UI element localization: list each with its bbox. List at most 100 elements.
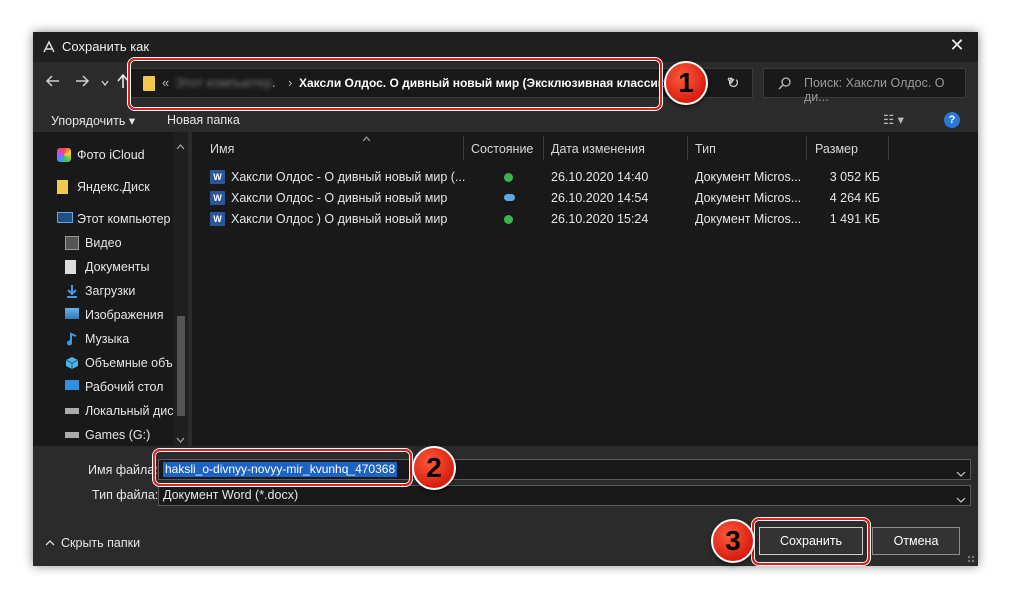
- highlight-filename: [153, 449, 412, 486]
- pictures-icon: [65, 308, 79, 319]
- acrobat-icon: [42, 40, 56, 54]
- file-name: Хаксли Олдос - О дивный новый мир: [231, 191, 448, 205]
- sidebar-item-label: Видео: [85, 236, 122, 250]
- file-size: 3 052 КБ: [829, 170, 880, 184]
- filetype-select[interactable]: Документ Word (*.docx): [158, 485, 971, 506]
- sidebar-item-label: Изображения: [85, 308, 164, 322]
- scroll-down-icon[interactable]: [176, 432, 185, 447]
- filename-dropdown-icon[interactable]: [956, 466, 966, 481]
- search-icon: [778, 76, 792, 93]
- column-header-name[interactable]: Имя: [210, 142, 234, 156]
- sidebar-item-downloads[interactable]: Загрузки: [65, 281, 188, 303]
- column-header-type[interactable]: Тип: [695, 142, 716, 156]
- new-folder-button[interactable]: Новая папка: [167, 113, 240, 127]
- file-row[interactable]: W Хаксли Олдос ) О дивный новый мир 26.1…: [192, 209, 892, 229]
- sidebar-item-3d-objects[interactable]: Объемные объ: [65, 353, 188, 375]
- forward-arrow-icon[interactable]: [74, 73, 90, 94]
- file-row[interactable]: W Хаксли Олдос - О дивный новый мир (...…: [192, 167, 892, 187]
- sidebar-item-local-disk[interactable]: Локальный дис: [65, 401, 188, 423]
- file-name: Хаксли Олдос - О дивный новый мир (...: [231, 170, 466, 184]
- highlight-save-button: [752, 518, 870, 565]
- yandex-disk-icon: [57, 180, 68, 194]
- column-divider[interactable]: [543, 136, 544, 160]
- chevron-up-icon: [45, 540, 55, 546]
- drive-icon: [65, 432, 79, 438]
- hide-folders-label: Скрыть папки: [61, 536, 141, 550]
- window-title: Сохранить как: [62, 39, 150, 54]
- word-document-icon: W: [210, 212, 225, 226]
- sidebar-scroll-thumb[interactable]: [177, 316, 185, 416]
- column-divider[interactable]: [687, 136, 688, 160]
- file-name: Хаксли Олдос ) О дивный новый мир: [231, 212, 448, 226]
- cancel-button[interactable]: Отмена: [872, 527, 960, 555]
- file-row[interactable]: W Хаксли Олдос - О дивный новый мир 26.1…: [192, 188, 892, 208]
- step-badge-1: 1: [664, 61, 708, 105]
- sidebar-item-label: Локальный дис: [85, 404, 174, 418]
- file-date: 26.10.2020 15:24: [551, 212, 649, 226]
- sidebar-item-desktop[interactable]: Рабочий стол: [65, 377, 188, 399]
- resize-grip[interactable]: [967, 555, 975, 563]
- downloads-icon: [65, 284, 79, 298]
- sidebar-item-music[interactable]: Музыка: [65, 329, 188, 351]
- sidebar-item-yandex-disk[interactable]: Яндекс.Диск: [57, 177, 188, 199]
- computer-icon: [57, 212, 73, 223]
- sidebar-item-label: Документы: [85, 260, 150, 274]
- sidebar-item-pictures[interactable]: Изображения: [65, 305, 188, 327]
- column-divider[interactable]: [463, 136, 464, 160]
- filetype-dropdown-icon[interactable]: [956, 492, 966, 507]
- local-disk-icon: [65, 408, 79, 414]
- sidebar-item-icloud-photos[interactable]: Фото iCloud: [57, 145, 188, 167]
- file-type: Документ Micros...: [695, 170, 802, 184]
- sidebar-item-this-pc[interactable]: Этот компьютер: [57, 209, 188, 231]
- recent-chevron-icon[interactable]: [100, 75, 110, 93]
- sidebar-item-label: Музыка: [85, 332, 130, 346]
- music-icon: [65, 332, 79, 346]
- 3d-objects-icon: [65, 356, 79, 370]
- close-button[interactable]: ✕: [946, 35, 968, 56]
- help-icon[interactable]: ?: [944, 112, 960, 128]
- filetype-value: Документ Word (*.docx): [163, 488, 299, 502]
- word-document-icon: W: [210, 170, 225, 184]
- refresh-icon[interactable]: ↻: [727, 74, 740, 92]
- highlight-address-bar: [128, 58, 662, 110]
- column-divider[interactable]: [806, 136, 807, 160]
- sort-ascending-icon: [362, 130, 371, 145]
- filetype-label: Тип файла:: [92, 488, 159, 502]
- back-arrow-icon[interactable]: [45, 73, 61, 94]
- step-badge-3: 3: [711, 519, 755, 563]
- cloud-icon: [504, 194, 515, 201]
- sidebar-item-label: Games (G:): [85, 428, 151, 442]
- step-badge-2: 2: [412, 446, 456, 490]
- file-size: 1 491 КБ: [829, 212, 880, 226]
- desktop-icon: [65, 380, 79, 390]
- file-list: Имя Состояние Дата изменения Тип Размер …: [192, 132, 978, 446]
- file-size: 4 264 КБ: [829, 191, 880, 205]
- sidebar-item-documents[interactable]: Документы: [65, 257, 188, 279]
- documents-icon: [65, 260, 76, 274]
- view-options-icon[interactable]: ☷ ▾: [883, 112, 904, 127]
- file-date: 26.10.2020 14:54: [551, 191, 649, 205]
- search-placeholder: Поиск: Хаксли Олдос. О ди...: [804, 76, 945, 104]
- column-header-size[interactable]: Размер: [815, 142, 858, 156]
- video-icon: [65, 236, 79, 250]
- sidebar-item-games-drive[interactable]: Games (G:): [65, 425, 188, 446]
- sidebar-item-label: Объемные объ: [85, 356, 173, 370]
- organize-button[interactable]: Упорядочить ▾: [51, 113, 135, 128]
- sync-ok-icon: [504, 215, 513, 224]
- icloud-photos-icon: [57, 148, 71, 162]
- sync-ok-icon: [504, 173, 513, 182]
- filename-label: Имя файла:: [88, 463, 158, 477]
- sidebar-item-label: Фото iCloud: [77, 148, 145, 162]
- sidebar-item-label: Рабочий стол: [85, 380, 164, 394]
- column-header-status[interactable]: Состояние: [471, 142, 533, 156]
- search-box[interactable]: Поиск: Хаксли Олдос. О ди...: [763, 68, 966, 104]
- file-type: Документ Micros...: [695, 212, 802, 226]
- sidebar-item-label: Загрузки: [85, 284, 136, 298]
- sidebar-item-video[interactable]: Видео: [65, 233, 188, 255]
- sidebar-item-label: Яндекс.Диск: [77, 180, 150, 194]
- column-divider[interactable]: [888, 136, 889, 160]
- navigation-pane: Фото iCloud Яндекс.Диск Этот компьютер В…: [33, 132, 188, 446]
- hide-folders-button[interactable]: Скрыть папки: [45, 536, 140, 550]
- scroll-up-icon[interactable]: [176, 138, 185, 153]
- column-header-date[interactable]: Дата изменения: [551, 142, 645, 156]
